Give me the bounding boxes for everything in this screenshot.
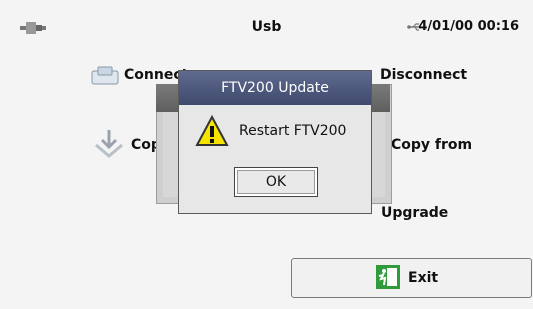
warning-icon — [195, 115, 229, 146]
copy-from-button[interactable]: Copy from — [391, 137, 472, 153]
dialog-title: FTV200 Update — [179, 71, 371, 105]
disconnect-button[interactable]: Disconnect — [380, 67, 467, 83]
update-dialog: FTV200 Update Restart FTV200 OK — [178, 70, 372, 214]
exit-label: Exit — [408, 270, 439, 286]
status-bar: Usb 4/01/00 00:16 — [0, 0, 533, 44]
ok-button[interactable]: OK — [234, 167, 318, 197]
exit-button[interactable]: Exit — [291, 258, 532, 298]
exit-icon — [376, 265, 400, 289]
usb-screen: Usb 4/01/00 00:16 Connect Disconnect Cop… — [0, 0, 533, 309]
dialog-message: Restart FTV200 — [239, 123, 347, 139]
device-icon — [91, 66, 119, 85]
datetime-display: 4/01/00 00:16 — [418, 19, 519, 34]
download-arrow-icon — [95, 130, 123, 158]
upgrade-button[interactable]: Upgrade — [381, 205, 448, 221]
